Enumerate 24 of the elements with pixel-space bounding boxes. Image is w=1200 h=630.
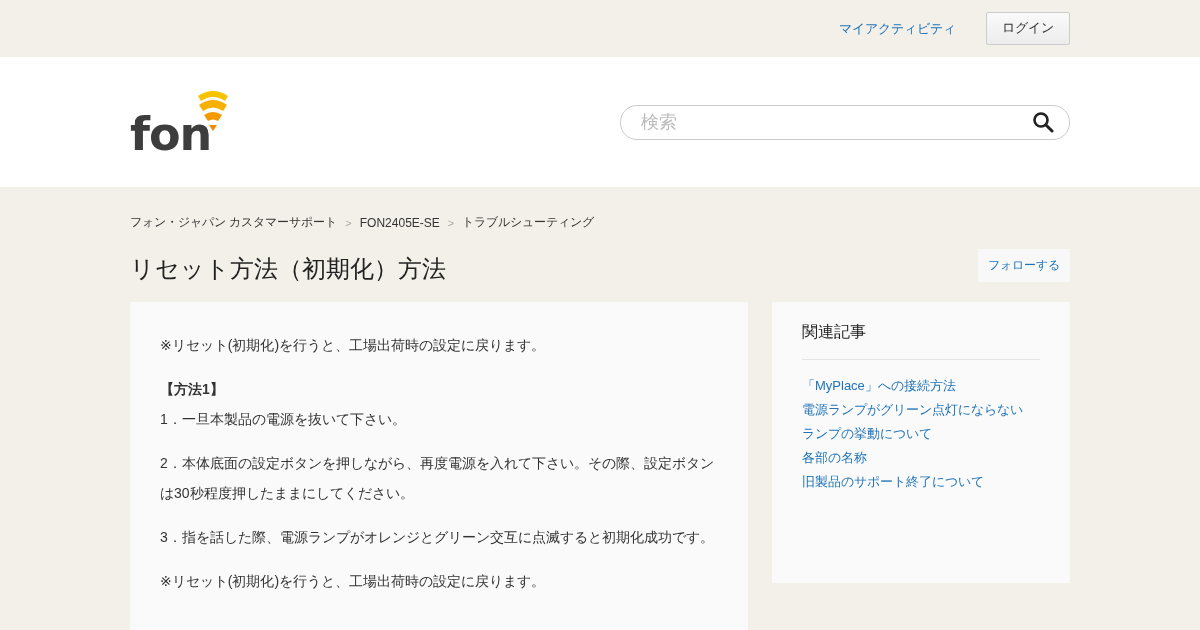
article-title: リセット方法（初期化）方法 — [130, 254, 446, 284]
related-article-link[interactable]: 電源ランプがグリーン点灯にならない — [802, 400, 1023, 420]
body-paragraph: 3．指を話した際、電源ランプがオレンジとグリーン交互に点滅すると初期化成功です。 — [160, 528, 715, 547]
body-paragraph: 1．一旦本製品の電源を抜いて下さい。 — [160, 410, 407, 429]
fon-logo[interactable]: fon — [130, 90, 230, 154]
body-paragraph: 2．本体底面の設定ボタンを押しながら、再度電源を入れて下さい。その際、設定ボタンは30秒程度押したままにしてください。 — [160, 454, 715, 503]
breadcrumb-separator: > — [345, 216, 352, 229]
breadcrumb-link[interactable]: トラブルシューティング — [462, 214, 595, 231]
body-paragraph: ※リセット(初期化)を行うと、工場出荷時の設定に戻ります。 — [160, 336, 547, 355]
breadcrumb-separator: > — [447, 216, 455, 229]
related-articles-heading: 関連記事 — [802, 322, 1040, 360]
section-heading: 【方法1】 — [160, 380, 225, 399]
related-article-link[interactable]: 各部の名称 — [802, 448, 867, 468]
search-icon[interactable] — [1032, 110, 1054, 133]
breadcrumb-link[interactable]: FON2405E-SE — [359, 215, 440, 230]
search-field[interactable]: 検索 — [620, 104, 1070, 140]
related-article-link[interactable]: 旧製品のサポート終了について — [802, 472, 984, 492]
body-paragraph: ※リセット(初期化)を行うと、工場出荷時の設定に戻ります。 — [160, 572, 547, 591]
related-article-link[interactable]: 「MyPlace」への接続方法 — [802, 376, 956, 396]
login-button[interactable]: ログイン — [986, 11, 1070, 45]
my-activity-link[interactable]: マイアクティビティ — [839, 19, 956, 38]
breadcrumb-link[interactable]: フォン・ジャパン カスタマーサポート — [130, 214, 338, 231]
related-article-link[interactable]: ランプの挙動について — [802, 424, 932, 444]
follow-button[interactable]: フォローする — [978, 248, 1070, 282]
